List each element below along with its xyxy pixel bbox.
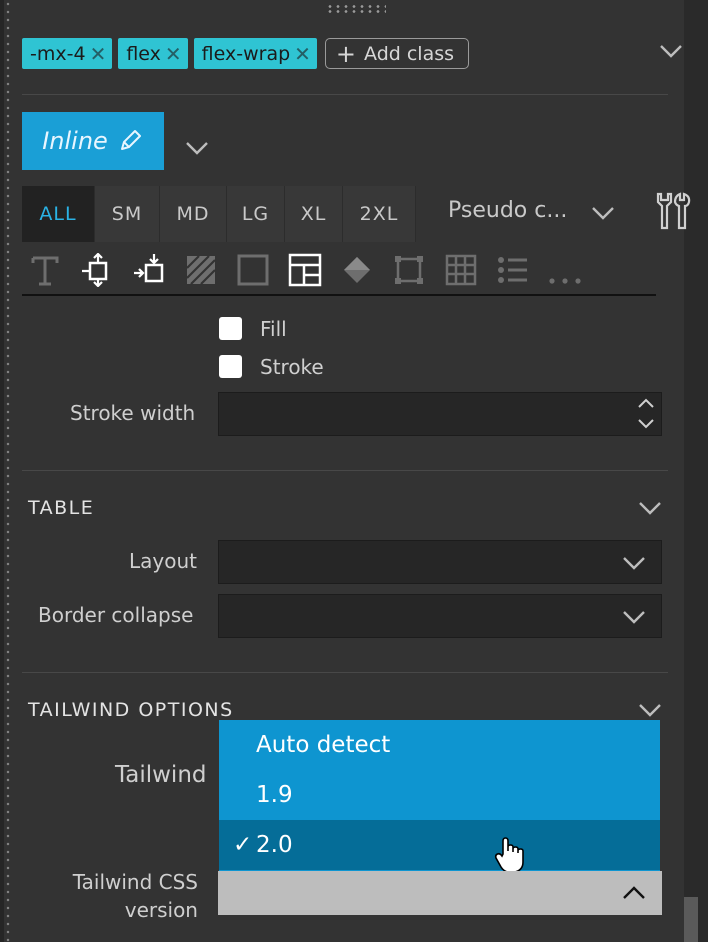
divider [22,94,668,95]
list-icon[interactable] [496,253,530,287]
divider [22,470,668,471]
panel-left-edge [0,0,4,942]
border-collapse-select[interactable] [218,594,662,638]
class-chips: -mx-4 ✕ flex ✕ flex-wrap ✕ + Add class [22,38,470,69]
layout-select[interactable] [218,540,662,584]
position-icon[interactable] [132,253,166,287]
grid-icon[interactable] [444,253,478,287]
class-chip-label: flex-wrap [201,42,291,65]
dropdown-option-label: 1.9 [256,782,293,808]
pseudo-class-select[interactable]: Pseudo c... [448,198,567,223]
stroke-width-input[interactable] [218,392,662,436]
inline-style-button[interactable]: Inline [22,112,164,170]
tailwind-version-select[interactable] [218,871,662,915]
tailwind-options-title[interactable]: TAILWIND OPTIONS [28,699,234,721]
class-chip[interactable]: flex ✕ [118,38,188,69]
background-icon[interactable] [184,253,218,287]
chevron-down-icon[interactable] [621,608,647,626]
remove-class-icon[interactable]: ✕ [165,42,182,66]
drag-handle[interactable] [326,4,386,14]
tab-all[interactable]: ALL [22,186,95,242]
style-category-icons [28,250,582,290]
chevron-down-icon[interactable] [637,499,663,517]
dropdown-option-selected[interactable]: ✓ 2.0 [219,820,660,870]
stroke-width-label: Stroke width [70,401,196,425]
chevron-up-icon[interactable] [621,884,647,902]
transform-icon[interactable] [392,253,426,287]
resize-handle-dots[interactable] [5,0,11,942]
dropdown-option-label: Auto detect [256,732,391,758]
class-chip-label: -mx-4 [30,42,86,65]
tailwind-option-label: Tailwind [115,762,207,788]
breakpoint-tabs: ALL SM MD LG XL 2XL [22,186,416,242]
tab-lg[interactable]: LG [227,186,285,242]
add-class-label: Add class [364,42,455,65]
plus-icon: + [335,39,357,68]
border-icon[interactable] [236,253,270,287]
tailwind-version-label: Tailwind CSS version [71,868,198,924]
checkmark-icon: ✓ [233,832,253,858]
panel-scroll-track[interactable] [684,0,708,942]
chevron-down-icon[interactable] [184,139,210,157]
border-collapse-label: Border collapse [38,603,194,627]
stroke-label: Stroke [260,355,324,379]
chevron-down-icon[interactable] [590,204,616,222]
stepper-icon[interactable] [636,396,656,432]
inline-style-label: Inline [42,127,108,155]
pencil-icon [120,130,141,150]
remove-class-icon[interactable]: ✕ [294,42,311,66]
class-chip[interactable]: -mx-4 ✕ [22,38,113,69]
spacing-icon[interactable] [80,253,114,287]
tab-sm[interactable]: SM [95,186,160,242]
fill-checkbox[interactable] [219,317,242,340]
divider [22,672,668,673]
layout-icon[interactable] [288,253,322,287]
remove-class-icon[interactable]: ✕ [90,42,107,66]
divider [22,294,656,296]
more-icon[interactable] [548,253,582,287]
layout-label: Layout [129,549,197,573]
chevron-down-icon[interactable] [621,554,647,572]
chevron-down-icon[interactable] [637,701,663,719]
tools-icon[interactable] [652,190,694,232]
tab-md[interactable]: MD [160,186,227,242]
scrollbar-thumb[interactable] [684,897,698,942]
dropdown-option[interactable]: 1.9 [219,770,660,820]
add-class-button[interactable]: + Add class [324,38,470,69]
pseudo-class-label: Pseudo c... [448,198,568,223]
tailwind-version-label-line2: version [124,898,198,922]
tailwind-version-dropdown: Auto detect 1.9 ✓ 2.0 [219,720,660,872]
effects-icon[interactable] [340,253,374,287]
class-chip-label: flex [126,42,161,65]
tab-2xl[interactable]: 2XL [343,186,416,242]
hand-cursor-icon [494,837,524,873]
stroke-checkbox[interactable] [219,355,242,378]
dropdown-option[interactable]: Auto detect [219,720,660,770]
dropdown-option-label: 2.0 [256,832,293,858]
typography-icon[interactable] [28,253,62,287]
tailwind-version-label-line1: Tailwind CSS [72,870,198,894]
chevron-down-icon[interactable] [658,42,684,60]
class-chip[interactable]: flex-wrap ✕ [193,38,317,69]
tab-xl[interactable]: XL [285,186,343,242]
fill-label: Fill [260,317,287,341]
table-section-title[interactable]: TABLE [28,497,94,519]
